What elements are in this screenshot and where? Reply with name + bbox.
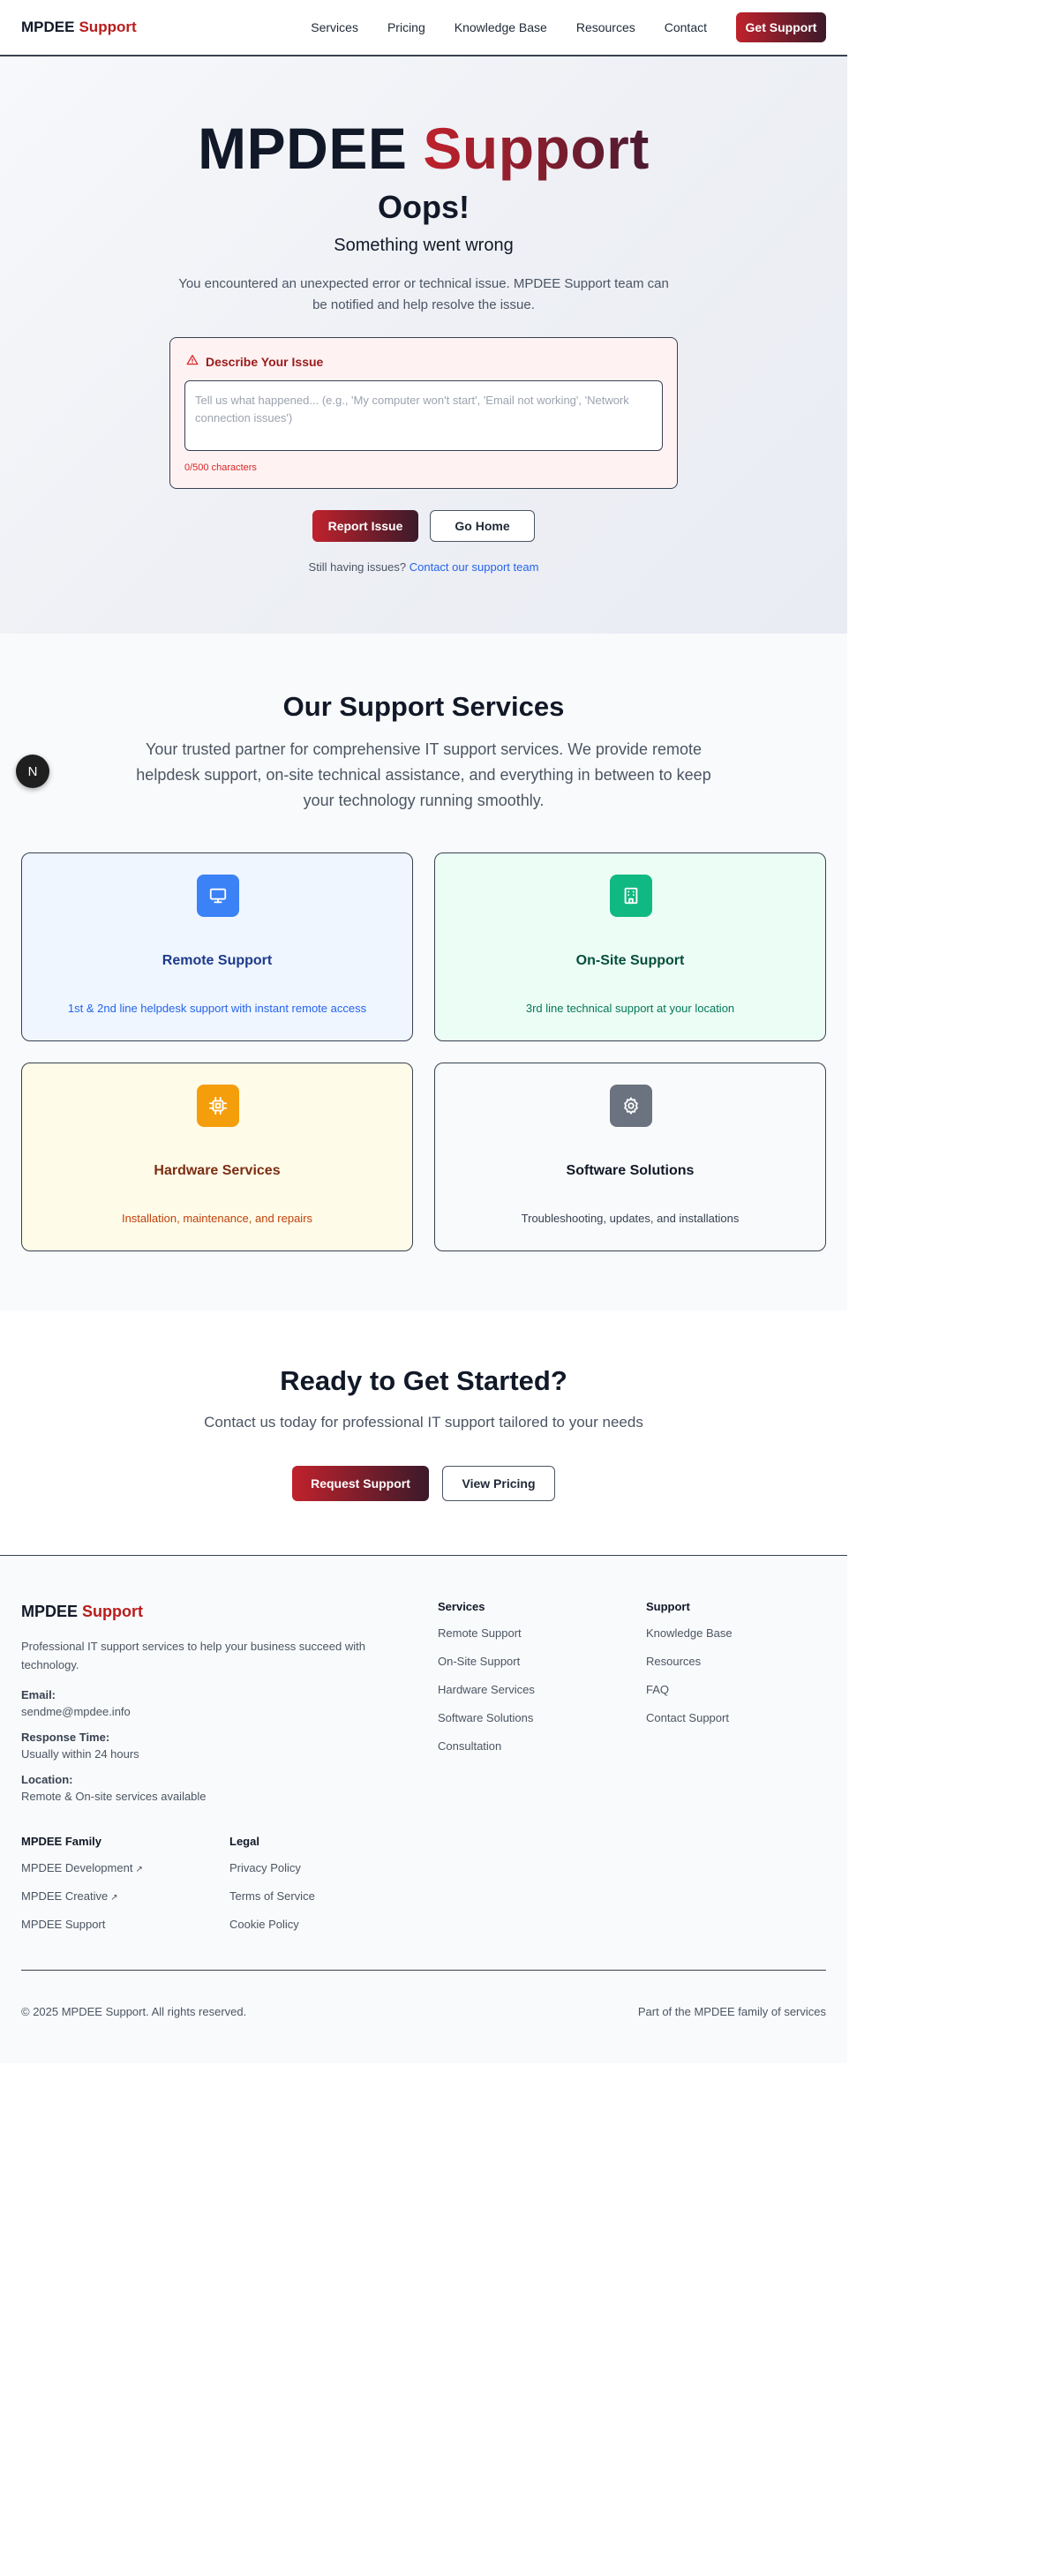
cta-section: Ready to Get Started? Contact us today f… [0,1311,847,1555]
service-card-desc: 1st & 2nd line helpdesk support with ins… [67,1002,367,1015]
main-nav: Services Pricing Knowledge Base Resource… [311,12,826,42]
footer-link-cookie-policy[interactable]: Cookie Policy [229,1916,315,1944]
service-card-title: Remote Support [162,953,273,968]
contact-support-link[interactable]: Contact our support team [410,560,539,574]
footer-legal-heading: Legal [229,1835,259,1848]
footer-location-label: Location: [21,1773,73,1786]
service-card-remote[interactable]: Remote Support 1st & 2nd line helpdesk s… [21,852,413,1041]
services-title: Our Support Services [282,691,565,722]
service-card-desc: Troubleshooting, updates, and installati… [521,1212,740,1225]
footer-location-value: Remote & On-site services available [21,1790,207,1803]
services-description: Your trusted partner for comprehensive I… [136,740,711,809]
footer-brand-accent: Support [82,1603,144,1620]
footer-email-value[interactable]: sendme@mpdee.info [21,1705,131,1718]
hero-title-accent: Support [423,116,650,181]
char-counter: 0/500 characters [184,462,257,473]
issue-heading-label: Describe Your Issue [206,354,324,369]
service-card-software[interactable]: Software Solutions Troubleshooting, upda… [434,1063,826,1251]
request-support-button[interactable]: Request Support [292,1466,429,1501]
service-card-title: Hardware Services [154,1163,281,1178]
brand-logo[interactable]: MPDEE Support [21,19,137,36]
footer-link-privacy-policy[interactable]: Privacy Policy [229,1859,315,1888]
get-support-button[interactable]: Get Support [736,12,826,42]
footer-link-label: MPDEE Creative [21,1889,109,1903]
building-icon [610,875,652,917]
footer-family-heading: MPDEE Family [21,1835,102,1848]
external-link-icon: ↗ [135,1865,143,1874]
footer-services-heading: Services [438,1600,485,1613]
go-home-button[interactable]: Go Home [430,510,535,542]
services-section: Our Support Services Your trusted partne… [0,634,847,1311]
still-text: Still having issues? [308,560,407,574]
footer-link-label: MPDEE Development [21,1861,133,1874]
error-description: You encountered an unexpected error or t… [178,276,669,312]
nav-resources[interactable]: Resources [576,20,635,34]
error-heading: Oops! [378,189,470,225]
page: MPDEE Support Services Pricing Knowledge… [0,0,847,2063]
footer-link-terms-of-service[interactable]: Terms of Service [229,1888,315,1916]
service-card-title: On-Site Support [575,953,685,968]
floating-n-button[interactable]: N [16,755,49,788]
footer-location: Location: Remote & On-site services avai… [21,1771,207,1805]
site-footer: MPDEE Support Professional IT support se… [0,1555,847,2063]
footer-copyright: © 2025 MPDEE Support. All rights reserve… [21,2005,247,2018]
footer-link-consultation[interactable]: Consultation [438,1738,535,1766]
footer-link-software-solutions[interactable]: Software Solutions [438,1709,535,1738]
still-having-issues: Still having issues? Contact our support… [0,560,847,574]
error-subtitle: Something went wrong [334,236,514,255]
nav-services[interactable]: Services [311,20,358,34]
monitor-icon [197,875,239,917]
service-card-title: Software Solutions [566,1163,695,1178]
cta-title: Ready to Get Started? [280,1365,567,1396]
footer-description: Professional IT support services to help… [21,1640,365,1671]
footer-link-resources[interactable]: Resources [646,1653,733,1681]
hero-title-main: MPDEE [198,116,408,181]
footer-legal-column: Legal Privacy Policy Terms of Service Co… [229,1835,315,1944]
issue-form: Describe Your Issue Tell us what happene… [169,337,678,489]
brand-accent: Support [79,19,137,35]
footer-link-mpdee-development[interactable]: MPDEE Development ↗ [21,1859,143,1888]
service-card-onsite[interactable]: On-Site Support 3rd line technical suppo… [434,852,826,1041]
site-header: MPDEE Support Services Pricing Knowledge… [0,0,847,56]
warning-icon [186,354,199,369]
footer-link-mpdee-creative[interactable]: MPDEE Creative ↗ [21,1888,143,1916]
footer-link-contact-support[interactable]: Contact Support [646,1709,733,1738]
view-pricing-button[interactable]: View Pricing [442,1466,555,1501]
service-card-desc: Installation, maintenance, and repairs [121,1212,313,1225]
issue-textarea[interactable]: Tell us what happened... (e.g., 'My comp… [184,380,663,451]
footer-response-label: Response Time: [21,1731,110,1744]
footer-support-column: Support Knowledge Base Resources FAQ Con… [646,1600,733,1738]
footer-response-value: Usually within 24 hours [21,1747,139,1761]
footer-link-mpdee-support[interactable]: MPDEE Support [21,1916,143,1944]
footer-support-heading: Support [646,1600,690,1613]
footer-services-column: Services Remote Support On-Site Support … [438,1600,535,1766]
footer-email: Email: sendme@mpdee.info [21,1686,131,1720]
service-card-desc: 3rd line technical support at your locat… [525,1002,735,1015]
footer-family-note: Part of the MPDEE family of services [637,2005,826,2018]
footer-response-time: Response Time: Usually within 24 hours [21,1729,139,1762]
footer-brand: MPDEE Support [21,1603,143,1621]
service-card-hardware[interactable]: Hardware Services Installation, maintena… [21,1063,413,1251]
nav-contact[interactable]: Contact [665,20,707,34]
footer-link-remote-support[interactable]: Remote Support [438,1625,535,1653]
footer-link-onsite-support[interactable]: On-Site Support [438,1653,535,1681]
footer-link-faq[interactable]: FAQ [646,1681,733,1709]
footer-email-label: Email: [21,1688,56,1701]
cta-description: Contact us today for professional IT sup… [204,1414,643,1431]
footer-link-hardware-services[interactable]: Hardware Services [438,1681,535,1709]
brand-name: MPDEE [21,19,75,35]
gear-icon [610,1085,652,1127]
footer-divider [21,1970,826,1971]
hero-title: MPDEE Support [0,115,847,182]
nav-knowledge-base[interactable]: Knowledge Base [455,20,547,34]
footer-family-column: MPDEE Family MPDEE Development ↗ MPDEE Cr… [21,1835,143,1944]
chip-icon [197,1085,239,1127]
report-issue-button[interactable]: Report Issue [312,510,418,542]
error-hero: MPDEE Support Oops! Something went wrong… [0,56,847,634]
footer-brand-name: MPDEE [21,1603,79,1620]
footer-link-knowledge-base[interactable]: Knowledge Base [646,1625,733,1653]
nav-pricing[interactable]: Pricing [387,20,425,34]
external-link-icon: ↗ [110,1893,118,1903]
issue-heading: Describe Your Issue [186,354,323,369]
